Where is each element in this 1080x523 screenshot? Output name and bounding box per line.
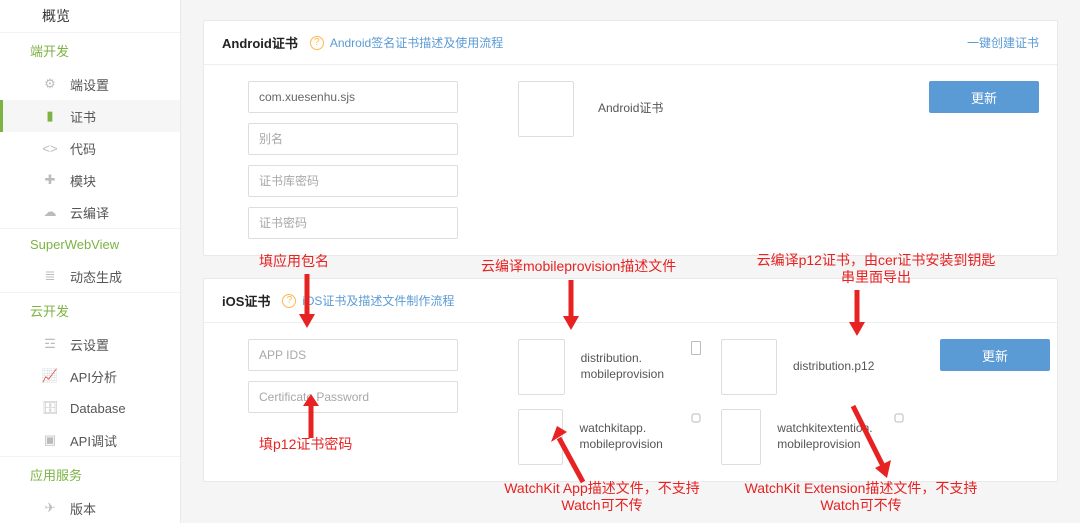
filebox[interactable]	[721, 409, 761, 465]
sidebar-item-cloud-settings[interactable]: ☲ 云设置	[0, 328, 180, 360]
filebox[interactable]	[518, 339, 565, 395]
rocket-icon: ✈	[42, 500, 58, 516]
sidebar-item-database[interactable]: 🗄 Database	[0, 392, 180, 424]
ios-cert-panel: iOS证书 ? iOS证书及描述文件制作流程 distribution. mob…	[203, 278, 1058, 482]
file-label: distribution. mobileprovision	[581, 351, 703, 382]
sidebar-item-code[interactable]: <> 代码	[0, 132, 180, 164]
overview-label: 概览	[42, 6, 70, 26]
stack-icon: ≣	[42, 268, 58, 284]
ios-certpass-input[interactable]	[248, 381, 458, 413]
certpass-input[interactable]	[248, 207, 458, 239]
sidebar-item-end-settings[interactable]: ⚙ 端设置	[0, 68, 180, 100]
sidebar-item-certificate[interactable]: ▮ 证书	[0, 100, 180, 132]
file-label: watchkitapp. mobileprovision	[579, 421, 703, 452]
bundle-input[interactable]	[248, 81, 458, 113]
annotation-watch-ext: WatchKit Extension描述文件，不支持Watch可不传	[741, 480, 981, 514]
watch-icon	[691, 411, 701, 428]
annotation-watch-app: WatchKit App描述文件，不支持Watch可不传	[497, 480, 707, 514]
watch-icon	[894, 411, 904, 428]
puzzle-icon: ✚	[42, 172, 58, 188]
code-icon: <>	[42, 140, 58, 156]
dist-mobileprovision[interactable]: distribution. mobileprovision	[518, 339, 703, 395]
android-help-link[interactable]: Android签名证书描述及使用流程	[330, 34, 503, 51]
annotation-mp: 云编译mobileprovision描述文件	[481, 258, 676, 275]
panel-title: Android证书	[222, 33, 298, 52]
ios-help-link[interactable]: iOS证书及描述文件制作流程	[302, 292, 454, 309]
panel-header: iOS证书 ? iOS证书及描述文件制作流程	[204, 279, 1057, 323]
ios-file-grid: distribution. mobileprovision distributi…	[518, 339, 906, 465]
android-update-button[interactable]: 更新	[929, 81, 1039, 113]
group-clouddev: 云开发	[0, 292, 180, 328]
sidebar-item-api-debug[interactable]: ▣ API调试	[0, 424, 180, 456]
bookmark-icon: ▮	[42, 108, 58, 124]
group-appservice: 应用服务	[0, 456, 180, 492]
sidebar-item-version[interactable]: ✈ 版本	[0, 492, 180, 523]
help-icon[interactable]: ?	[282, 294, 296, 308]
one-click-create-link[interactable]: 一键创建证书	[967, 34, 1039, 51]
panel-header: Android证书 ? Android签名证书描述及使用流程 一键创建证书	[204, 21, 1057, 65]
cloud-icon: ☁	[42, 204, 58, 220]
android-cert-file: Android证书	[518, 81, 663, 137]
dist-p12[interactable]: distribution.p12	[721, 339, 906, 395]
phone-icon	[691, 341, 701, 358]
file-label: distribution.p12	[793, 359, 874, 375]
help-icon[interactable]: ?	[310, 36, 324, 50]
file-label: watchkitextention. mobileprovision	[777, 421, 906, 452]
watchkit-app-mp[interactable]: watchkitapp. mobileprovision	[518, 409, 703, 465]
database-icon: 🗄	[42, 400, 58, 416]
main-content: Android证书 ? Android签名证书描述及使用流程 一键创建证书 An…	[181, 0, 1080, 523]
terminal-icon: ▣	[42, 432, 58, 448]
btn-wrap: 更新	[940, 339, 1050, 371]
group-enddev: 端开发	[0, 32, 180, 68]
chart-icon: 📈	[42, 368, 58, 384]
sidebar-item-dynamic[interactable]: ≣ 动态生成	[0, 260, 180, 292]
watchkit-ext-mp[interactable]: watchkitextention. mobileprovision	[721, 409, 906, 465]
file-label: Android证书	[598, 101, 663, 117]
sidebar-item-api-analysis[interactable]: 📈 API分析	[0, 360, 180, 392]
android-cert-filebox[interactable]	[518, 81, 574, 137]
filebox[interactable]	[721, 339, 777, 395]
sidebar: 概览 端开发 ⚙ 端设置 ▮ 证书 <> 代码 ✚ 模块 ☁ 云编译 Super…	[0, 0, 181, 523]
ios-update-button[interactable]: 更新	[940, 339, 1050, 371]
overview-item[interactable]: 概览	[0, 0, 180, 32]
appids-input[interactable]	[248, 339, 458, 371]
panel-body: distribution. mobileprovision distributi…	[204, 323, 1057, 481]
alias-input[interactable]	[248, 123, 458, 155]
android-cert-panel: Android证书 ? Android签名证书描述及使用流程 一键创建证书 An…	[203, 20, 1058, 256]
panel-title: iOS证书	[222, 291, 270, 310]
gear-icon: ⚙	[42, 76, 58, 92]
android-inputs	[248, 81, 458, 239]
sidebar-item-module[interactable]: ✚ 模块	[0, 164, 180, 196]
sidebar-item-cloud-compile[interactable]: ☁ 云编译	[0, 196, 180, 228]
panel-body: Android证书 更新	[204, 65, 1057, 255]
filebox[interactable]	[518, 409, 563, 465]
group-superwebview: SuperWebView	[0, 228, 180, 260]
btn-wrap: 更新	[929, 81, 1039, 113]
storepass-input[interactable]	[248, 165, 458, 197]
ios-inputs	[248, 339, 458, 413]
sliders-icon: ☲	[42, 336, 58, 352]
